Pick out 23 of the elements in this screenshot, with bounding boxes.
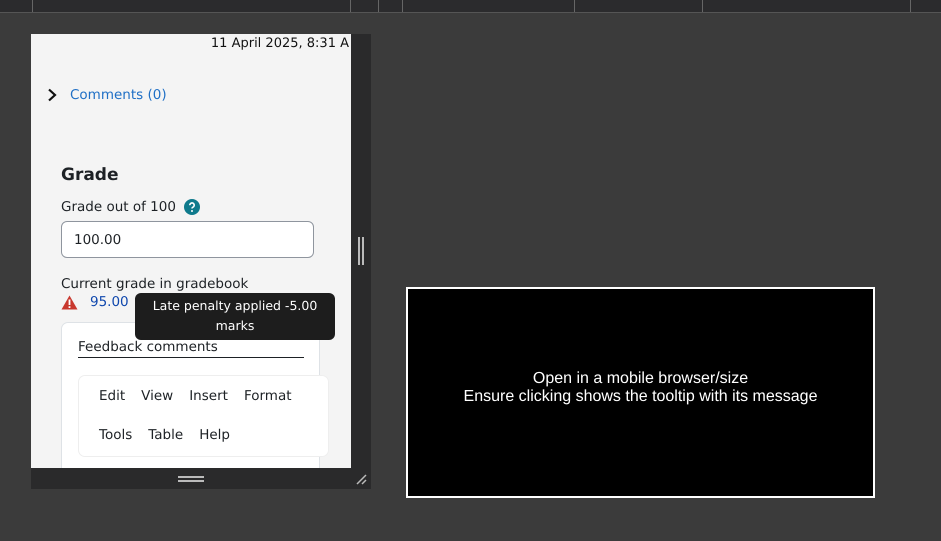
current-grade-value: 95.00 [90, 294, 129, 310]
menu-item[interactable]: Help [191, 425, 238, 446]
chevron-icon[interactable] [47, 88, 57, 102]
current-grade-label: Current grade in gradebook [61, 276, 250, 292]
menu-item[interactable]: Table [140, 425, 192, 446]
resize-handle-icon[interactable] [178, 476, 204, 482]
menu-item[interactable]: Tools [91, 425, 140, 446]
resize-grip-icon[interactable] [355, 472, 367, 484]
resize-handle-icon[interactable] [358, 237, 364, 265]
help-icon[interactable] [184, 199, 200, 215]
grade-input[interactable]: 100.00 [61, 221, 314, 258]
menu-item[interactable]: Edit [91, 386, 134, 407]
submission-timestamp: 11 April 2025, 8:31 A [210, 35, 349, 51]
grade-heading: Grade [61, 165, 120, 185]
message-line: Ensure clicking shows the tooltip with its message [464, 388, 818, 406]
warning-icon[interactable] [61, 294, 78, 310]
menu-item[interactable]: View [133, 386, 182, 407]
tooltip: Late penalty applied -5.00 marks [135, 293, 335, 340]
menu-item[interactable]: Insert [181, 386, 236, 407]
comments-link[interactable]: Comments (0) [70, 87, 167, 103]
menu-item[interactable]: Format [236, 386, 300, 407]
message-line: Open in a mobile browser/size [532, 370, 748, 388]
grade-label: Grade out of 100 [61, 199, 176, 215]
